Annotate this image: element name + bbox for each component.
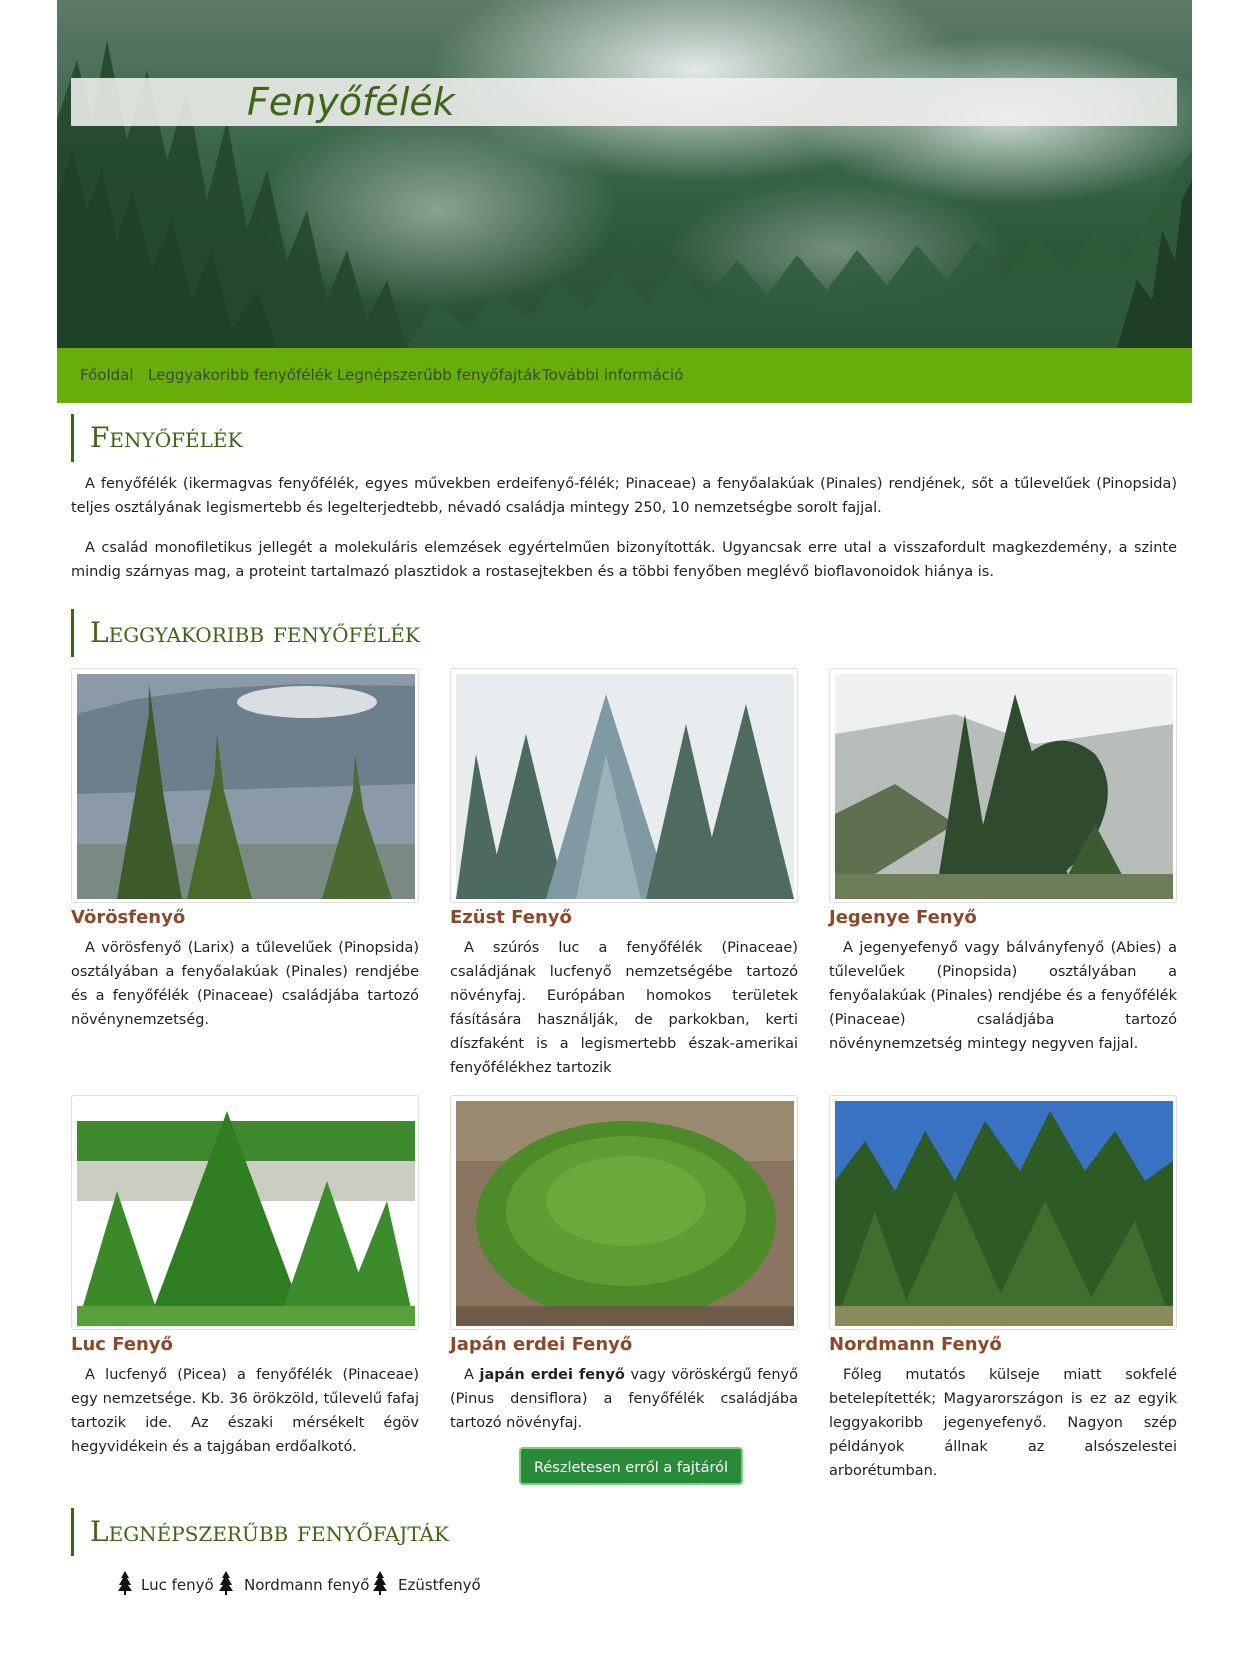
common-heading: Leggyakoribb fenyőfélék — [71, 609, 420, 657]
larch-image — [77, 674, 415, 899]
nordmann-fir-image — [835, 1101, 1173, 1326]
card-image-frame — [829, 1095, 1177, 1330]
site-title: Fenyőfélék — [247, 80, 455, 124]
forest-image — [57, 40, 1192, 348]
intro-paragraph-2: A család monofiletikus jellegét a moleku… — [71, 540, 1177, 580]
japanese-pine-image — [456, 1101, 794, 1326]
nav-item-more-info[interactable]: További információ — [542, 348, 683, 403]
intro-heading: Fenyőfélék — [71, 414, 242, 462]
details-button[interactable]: Részletesen erről a fajtáról — [519, 1447, 743, 1485]
card-title: Nordmann Fenyő — [829, 1334, 1002, 1355]
popular-item-ezustfenyo[interactable]: Ezüstfenyő — [398, 1570, 481, 1600]
nav-item-home[interactable]: Főoldal — [80, 348, 134, 403]
tree-icon — [219, 1571, 233, 1595]
card-title: Luc Fenyő — [71, 1334, 173, 1355]
intro-paragraph-1: A fenyőfélék (ikermagvas fenyőfélék, egy… — [71, 476, 1177, 516]
main-nav: Főoldal Leggyakoribb fenyőfélék Legnépsz… — [57, 348, 1192, 403]
popular-heading-text: Legnépszerűbb fenyőfajták — [90, 1515, 449, 1548]
card-image-frame — [71, 668, 419, 903]
tree-icon — [373, 1571, 387, 1595]
card-description-bold: japán erdei fenyő — [479, 1367, 625, 1383]
blue-spruce-image — [456, 674, 794, 899]
card-title: Jegenye Fenyő — [829, 907, 977, 928]
card-image-frame — [450, 668, 798, 903]
header-banner: Fenyőfélék — [57, 0, 1192, 348]
popular-item-luc[interactable]: Luc fenyő — [141, 1570, 214, 1600]
card-description: A vörösfenyő (Larix) a tűlevelűek (Pinop… — [71, 940, 419, 1028]
spruce-image — [77, 1101, 415, 1326]
card-image-frame — [829, 668, 1177, 903]
card-image-frame — [71, 1095, 419, 1330]
intro-heading-text: Fenyőfélék — [90, 421, 243, 454]
nav-item-common[interactable]: Leggyakoribb fenyőfélék — [148, 348, 333, 403]
card-description: A lucfenyő (Picea) a fenyőfélék (Pinacea… — [71, 1367, 419, 1455]
nav-item-popular[interactable]: Legnépszerűbb fenyőfajták — [337, 348, 541, 403]
card-title: Japán erdei Fenyő — [450, 1334, 633, 1355]
page-container: Fenyőfélék Főoldal Leggyakoribb fenyőfél… — [57, 0, 1192, 403]
popular-item-nordmann[interactable]: Nordmann fenyő — [244, 1570, 369, 1600]
card-title: Ezüst Fenyő — [450, 907, 572, 928]
card-description: A japán erdei fenyő vagy vöröskérgű feny… — [450, 1367, 798, 1431]
popular-heading: Legnépszerűbb fenyőfajták — [71, 1508, 449, 1556]
title-banner — [71, 78, 1177, 126]
card-image-frame — [450, 1095, 798, 1330]
fir-image — [835, 674, 1173, 899]
card-description: A jegenyefenyő vagy bálványfenyő (Abies)… — [829, 940, 1177, 1052]
common-heading-text: Leggyakoribb fenyőfélék — [90, 616, 420, 649]
card-description: A szúrós luc a fenyőfélék (Pinaceae) csa… — [450, 940, 798, 1076]
card-description: Főleg mutatós külseje miatt sokfelé bete… — [829, 1367, 1177, 1479]
card-title: Vörösfenyő — [71, 907, 186, 928]
tree-icon — [118, 1571, 132, 1595]
